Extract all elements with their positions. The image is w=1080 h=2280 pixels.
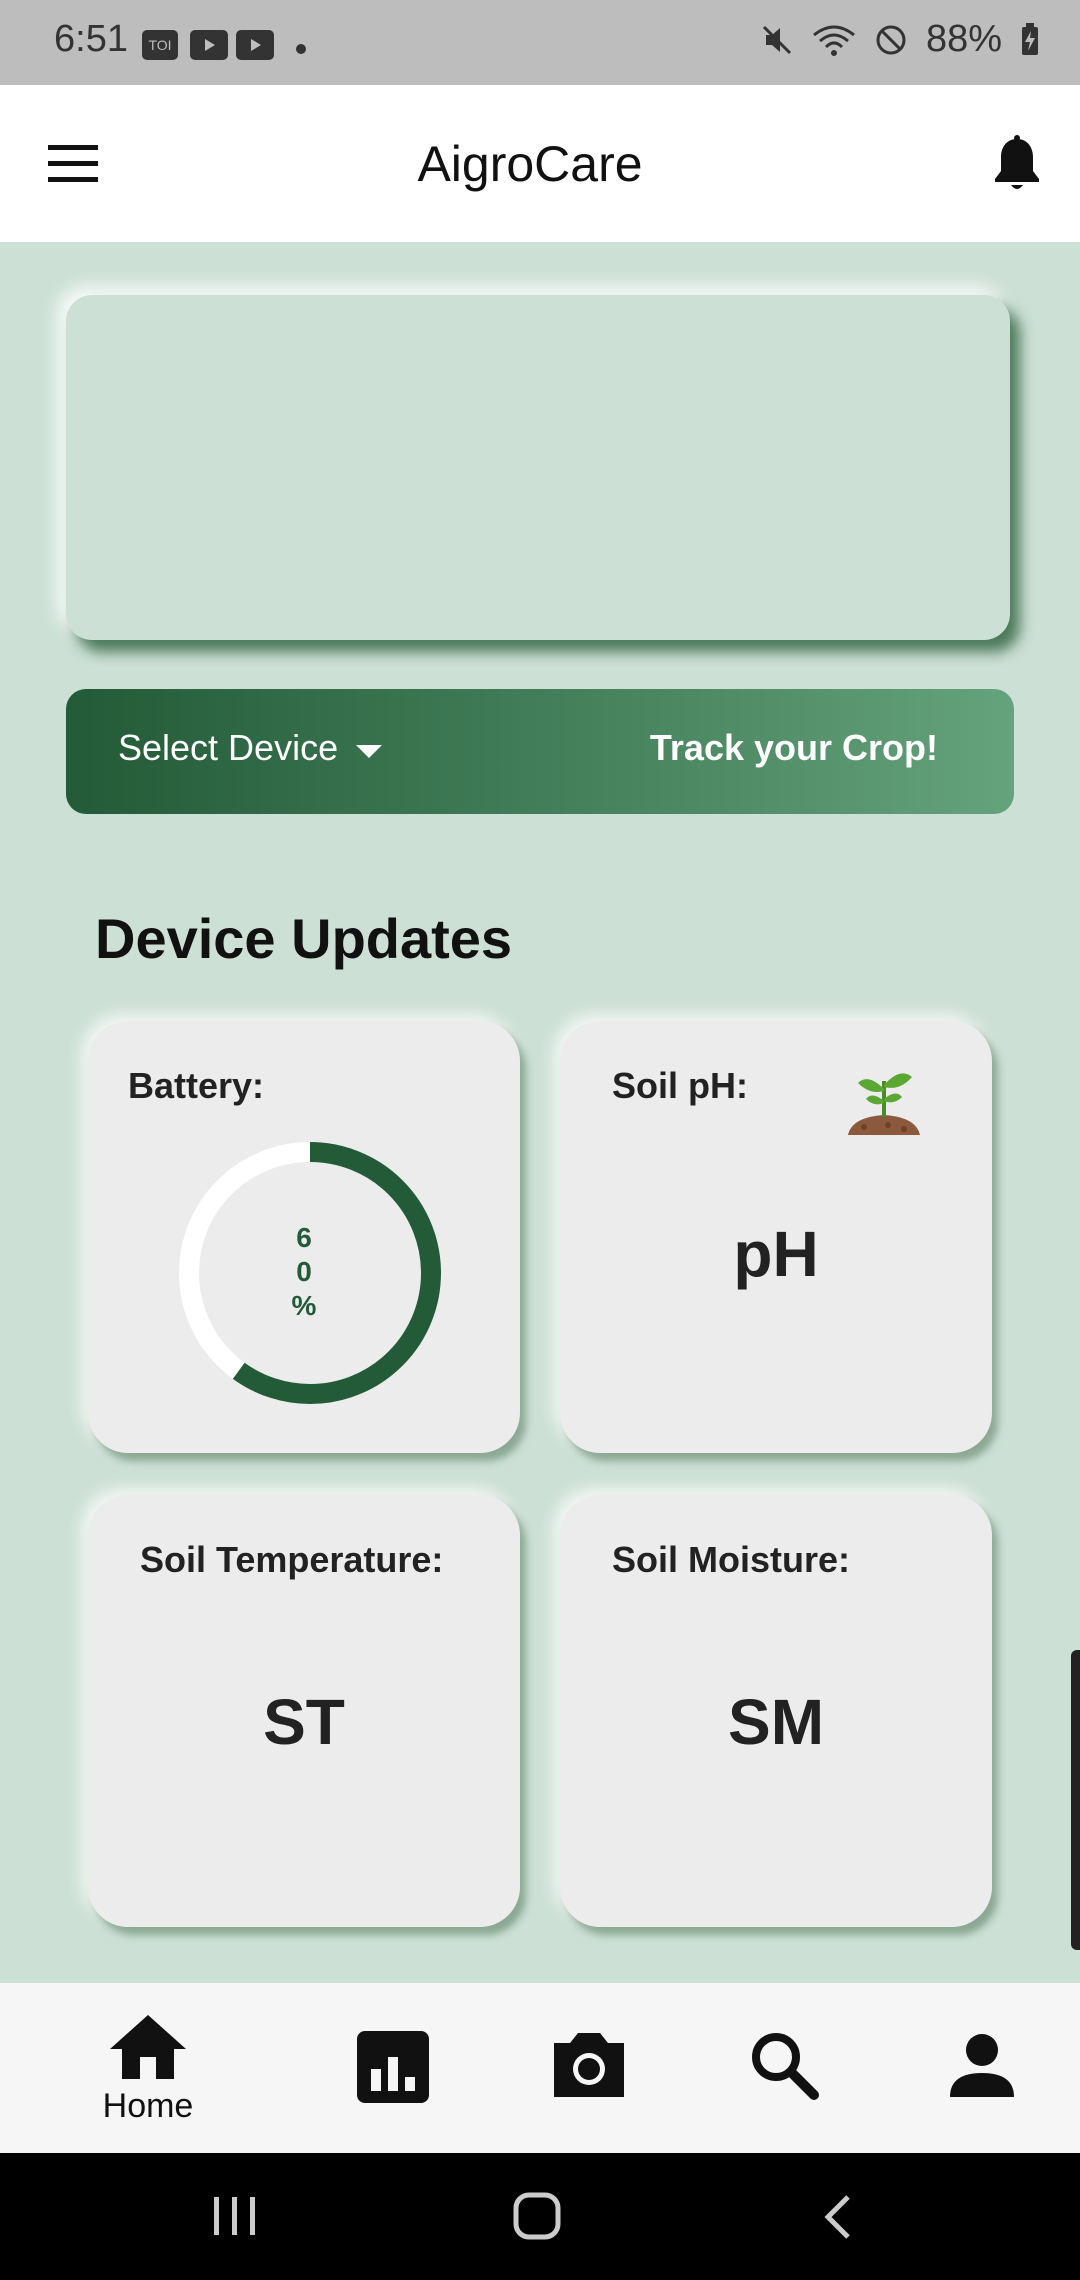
recents-icon[interactable] — [212, 2195, 258, 2237]
section-heading: Device Updates — [95, 907, 513, 970]
battery-percent: 88% — [925, 18, 1002, 60]
soil-moisture-card[interactable]: Soil Moisture: SM — [560, 1495, 992, 1927]
soil-ph-value: pH — [733, 1218, 819, 1290]
status-right-group: 88% — [760, 18, 1040, 61]
youtube-icon — [190, 30, 228, 60]
home-icon — [110, 2015, 186, 2079]
battery-card[interactable]: Battery: 6 0 % — [88, 1021, 520, 1453]
nav-profile[interactable] — [948, 2033, 1016, 2104]
do-not-disturb-icon — [876, 25, 906, 54]
mute-icon — [762, 25, 791, 54]
nav-search[interactable] — [748, 2029, 820, 2106]
banner-panel — [66, 295, 1010, 640]
bottom-nav: Home — [0, 1983, 1080, 2153]
battery-value: 6 0 % — [88, 1221, 520, 1323]
youtube-icon — [236, 30, 274, 60]
soil-moisture-label: Soil Moisture: — [612, 1539, 851, 1580]
select-device-dropdown[interactable]: Select Device — [66, 689, 426, 814]
home-system-icon[interactable] — [512, 2191, 562, 2241]
soil-temperature-label: Soil Temperature: — [140, 1539, 444, 1580]
battery-charging-icon — [1022, 22, 1038, 55]
bell-icon[interactable] — [992, 135, 1042, 193]
soil-moisture-value: SM — [728, 1686, 824, 1758]
back-icon[interactable] — [822, 2193, 854, 2241]
camera-icon — [554, 2033, 624, 2097]
nav-home-label: Home — [102, 2087, 194, 2125]
search-icon — [752, 2033, 819, 2100]
wifi-icon — [813, 25, 855, 56]
soil-temperature-card[interactable]: Soil Temperature: ST — [88, 1495, 520, 1927]
app-title: AigroCare — [417, 136, 643, 192]
battery-value-char: 0 — [296, 1256, 312, 1287]
app-bar: AigroCare — [0, 85, 1080, 242]
scroll-handle[interactable] — [1071, 1650, 1080, 1950]
sprout-icon — [848, 1073, 920, 1135]
toi-app-icon: TOI — [142, 30, 178, 60]
battery-label: Battery: — [128, 1065, 265, 1106]
soil-ph-card[interactable]: Soil pH: pH — [560, 1021, 992, 1453]
battery-value-char: % — [291, 1290, 317, 1321]
system-nav-bar — [0, 2153, 1080, 2280]
status-time: 6:51 — [54, 18, 128, 60]
nav-camera[interactable] — [550, 2029, 628, 2106]
soil-temperature-value: ST — [263, 1686, 345, 1758]
chevron-down-icon — [356, 745, 382, 758]
status-bar: 6:51 TOI 88% — [0, 0, 1080, 85]
nav-stats[interactable] — [357, 2031, 429, 2108]
notification-dot — [296, 44, 306, 54]
select-device-label: Select Device — [118, 727, 339, 768]
chart-icon — [357, 2031, 429, 2103]
soil-ph-label: Soil pH: — [612, 1065, 748, 1106]
battery-value-char: 6 — [296, 1222, 312, 1253]
device-bar: Select Device Track your Crop! — [66, 689, 1014, 814]
profile-icon — [950, 2034, 1014, 2097]
track-crop-button[interactable]: Track your Crop! — [650, 727, 938, 769]
nav-home[interactable]: Home — [96, 2013, 200, 2125]
